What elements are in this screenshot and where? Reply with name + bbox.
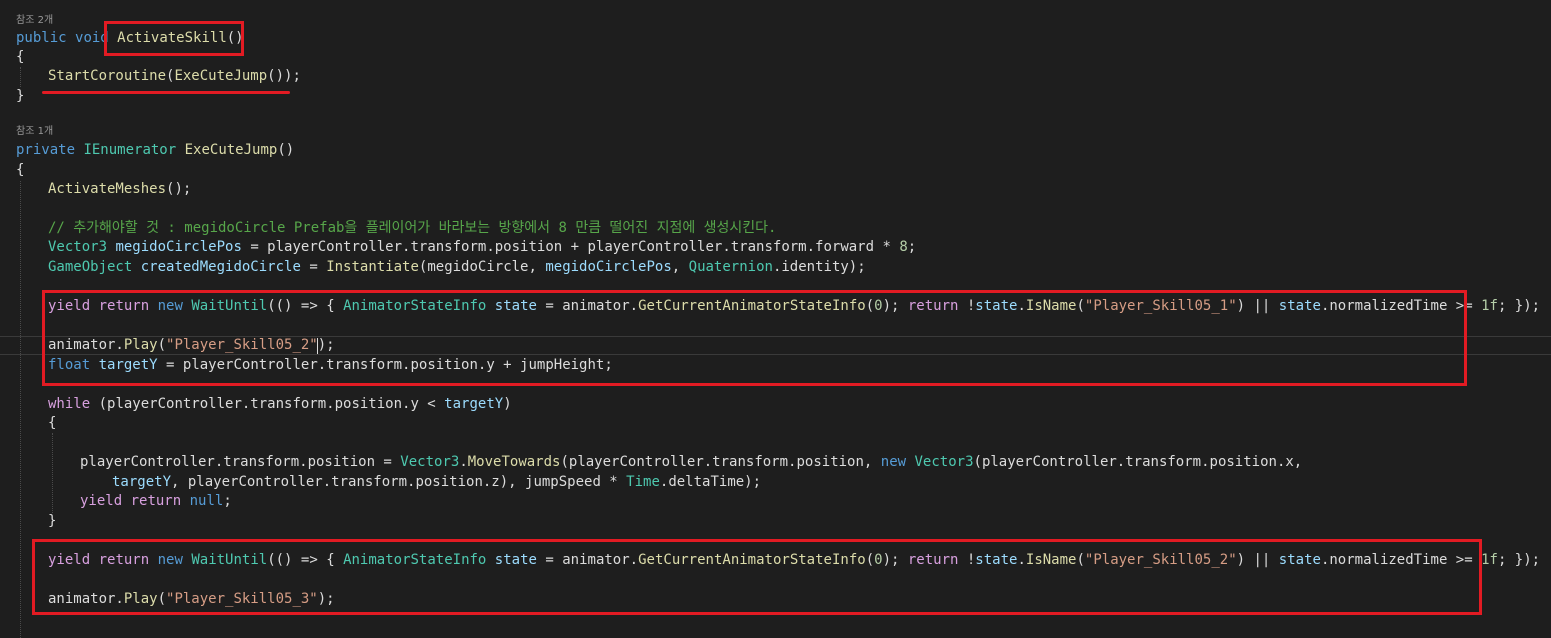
type-name: Time bbox=[626, 474, 660, 490]
local-variable: megidoCirclePos bbox=[115, 239, 242, 255]
code-text: .deltaTime); bbox=[659, 474, 762, 490]
keyword: new bbox=[880, 454, 907, 470]
punct: { bbox=[16, 162, 25, 178]
code-line: { bbox=[48, 414, 56, 433]
punct: { bbox=[16, 49, 25, 65]
code-text: (playerController.transform.position.y < bbox=[90, 396, 445, 412]
code-editor[interactable]: 참조 2개 public void ActivateSkill() { Star… bbox=[0, 0, 1551, 638]
keyword: return bbox=[130, 493, 182, 509]
code-text: (playerController.transform.position.x, bbox=[973, 454, 1303, 470]
punct: ()); bbox=[267, 68, 301, 84]
code-line: } bbox=[16, 87, 24, 106]
code-line: yield return null; bbox=[80, 492, 232, 511]
punct: () bbox=[277, 142, 295, 158]
punct: } bbox=[16, 88, 25, 104]
keyword: null bbox=[189, 493, 224, 509]
code-line: Vector3 megidoCirclePos = playerControll… bbox=[48, 238, 916, 257]
method-call: Instantiate bbox=[326, 259, 419, 275]
annotation-box-activateskill bbox=[104, 21, 244, 56]
punct: (); bbox=[166, 181, 192, 197]
method-call: ActivateMeshes bbox=[48, 181, 167, 197]
code-text: , playerController.transform.position.z)… bbox=[171, 474, 627, 490]
local-variable: targetY bbox=[112, 474, 172, 490]
code-text: = playerController.transform.position + … bbox=[241, 239, 900, 255]
code-line: { bbox=[16, 161, 24, 180]
method-call: StartCoroutine bbox=[48, 68, 167, 84]
punct: ; bbox=[907, 239, 917, 255]
keyword: public bbox=[16, 30, 67, 46]
type-name: IEnumerator bbox=[83, 142, 177, 158]
code-line: private IEnumerator ExeCuteJump() bbox=[16, 141, 294, 160]
local-variable: targetY bbox=[444, 396, 504, 412]
annotation-box-skill05-2 bbox=[32, 539, 1482, 615]
local-variable: megidoCirclePos bbox=[545, 259, 672, 275]
method-name: ExeCuteJump bbox=[184, 142, 278, 158]
indent-guide bbox=[20, 67, 21, 87]
method-call: MoveTowards bbox=[467, 454, 561, 470]
indent-guide bbox=[20, 181, 21, 638]
punct: ) bbox=[503, 396, 512, 412]
code-text: playerController.transform.position = bbox=[80, 454, 401, 470]
type-name: Quaternion bbox=[688, 259, 773, 275]
code-line: ActivateMeshes(); bbox=[48, 180, 191, 199]
number-literal: 8 bbox=[899, 239, 908, 255]
type-name: GameObject bbox=[48, 259, 133, 275]
code-line: targetY, playerController.transform.posi… bbox=[112, 473, 761, 492]
codelens-references[interactable]: 참조 1개 bbox=[16, 125, 53, 139]
code-line: StartCoroutine(ExeCuteJump()); bbox=[48, 67, 301, 86]
punct: ; }); bbox=[1497, 552, 1541, 568]
punct: ; bbox=[223, 493, 232, 509]
code-line: GameObject createdMegidoCircle = Instant… bbox=[48, 258, 866, 277]
code-line: } bbox=[48, 512, 56, 531]
code-text: .identity); bbox=[772, 259, 866, 275]
punct: , bbox=[671, 259, 689, 275]
local-variable: createdMegidoCircle bbox=[140, 259, 301, 275]
number-literal: 1f bbox=[1481, 298, 1498, 314]
indent-guide bbox=[52, 433, 53, 513]
annotation-underline-startcoroutine bbox=[42, 91, 290, 94]
keyword: yield bbox=[80, 493, 123, 509]
number-literal: 1f bbox=[1481, 552, 1498, 568]
code-text: (megidoCircle, bbox=[418, 259, 546, 275]
punct: . bbox=[459, 454, 468, 470]
punct: = bbox=[300, 259, 327, 275]
code-line: while (playerController.transform.positi… bbox=[48, 395, 512, 414]
comment-text: // 추가해야할 것 : megidoCircle Prefab을 플레이어가 … bbox=[48, 220, 777, 236]
method-call: ExeCuteJump bbox=[174, 68, 268, 84]
keyword: while bbox=[48, 396, 91, 412]
code-line: { bbox=[16, 48, 24, 67]
codelens-references[interactable]: 참조 2개 bbox=[16, 14, 53, 28]
code-text: (playerController.transform.position, bbox=[560, 454, 881, 470]
punct: ; }); bbox=[1497, 298, 1541, 314]
punct: } bbox=[48, 513, 57, 529]
annotation-box-skill05-1 bbox=[42, 290, 1467, 386]
code-comment: // 추가해야할 것 : megidoCircle Prefab을 플레이어가 … bbox=[48, 219, 776, 238]
type-name: Vector3 bbox=[914, 454, 974, 470]
keyword: private bbox=[16, 142, 76, 158]
type-name: Vector3 bbox=[48, 239, 108, 255]
type-name: Vector3 bbox=[400, 454, 460, 470]
punct: { bbox=[48, 415, 57, 431]
code-line: playerController.transform.position = Ve… bbox=[80, 453, 1302, 472]
